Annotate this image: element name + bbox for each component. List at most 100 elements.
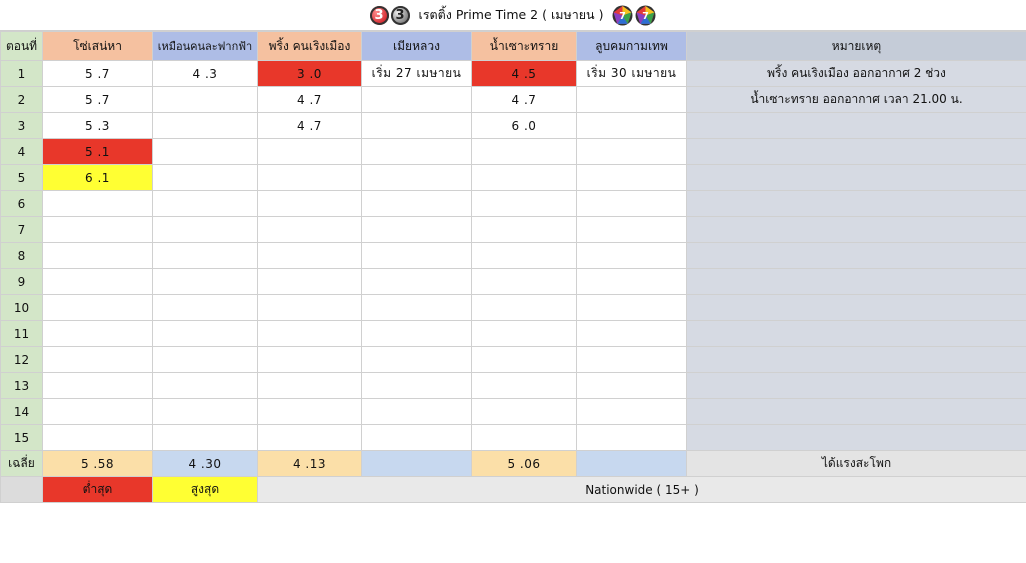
- header-notes[interactable]: หมายเหตุ: [686, 31, 1026, 61]
- rating-cell-show-5[interactable]: [471, 372, 577, 399]
- rating-cell-show-2[interactable]: [152, 216, 258, 243]
- rating-cell-show-2[interactable]: [152, 242, 258, 269]
- rating-cell-show-3[interactable]: [257, 372, 362, 399]
- rating-cell-show-5[interactable]: [471, 424, 577, 451]
- average-cell-show-6[interactable]: [576, 450, 687, 477]
- rating-cell-show-6[interactable]: [576, 138, 687, 165]
- rating-cell-show-1[interactable]: [42, 242, 153, 269]
- rating-cell-show-4[interactable]: [361, 216, 472, 243]
- legend-lowest[interactable]: ต่ำสุด: [42, 476, 153, 503]
- rating-cell-show-5[interactable]: [471, 398, 577, 425]
- rating-cell-show-6[interactable]: [576, 242, 687, 269]
- rating-cell-show-2[interactable]: [152, 346, 258, 373]
- average-note-cell[interactable]: ได้แรงสะโพก: [686, 450, 1026, 477]
- rating-cell-show-2[interactable]: [152, 190, 258, 217]
- rating-cell-show-2[interactable]: [152, 424, 258, 451]
- episode-number-cell[interactable]: 9: [0, 268, 43, 295]
- rating-cell-show-1[interactable]: 5 .1: [42, 138, 153, 165]
- legend-scope[interactable]: Nationwide ( 15+ ): [257, 476, 1026, 503]
- header-show-6[interactable]: ลูบคมกามเทพ: [576, 31, 687, 61]
- rating-cell-show-3[interactable]: [257, 398, 362, 425]
- rating-cell-show-4[interactable]: [361, 190, 472, 217]
- rating-cell-show-5[interactable]: [471, 268, 577, 295]
- note-cell[interactable]: [686, 242, 1026, 269]
- rating-cell-show-4[interactable]: [361, 372, 472, 399]
- episode-number-cell[interactable]: 1: [0, 60, 43, 87]
- rating-cell-show-5[interactable]: [471, 216, 577, 243]
- rating-cell-show-6[interactable]: เริ่ม 30 เมษายน: [576, 60, 687, 87]
- rating-cell-show-4[interactable]: [361, 112, 472, 139]
- rating-cell-show-3[interactable]: [257, 164, 362, 191]
- rating-cell-show-2[interactable]: [152, 294, 258, 321]
- rating-cell-show-3[interactable]: [257, 138, 362, 165]
- rating-cell-show-6[interactable]: [576, 320, 687, 347]
- rating-cell-show-5[interactable]: [471, 164, 577, 191]
- episode-number-cell[interactable]: 7: [0, 216, 43, 243]
- rating-cell-show-4[interactable]: [361, 424, 472, 451]
- rating-cell-show-3[interactable]: [257, 216, 362, 243]
- average-cell-show-2[interactable]: 4 .30: [152, 450, 258, 477]
- rating-cell-show-2[interactable]: 4 .3: [152, 60, 258, 87]
- rating-cell-show-5[interactable]: [471, 294, 577, 321]
- legend-empty-cell[interactable]: [0, 476, 43, 503]
- rating-cell-show-2[interactable]: [152, 320, 258, 347]
- note-cell[interactable]: [686, 294, 1026, 321]
- rating-cell-show-2[interactable]: [152, 138, 258, 165]
- episode-number-cell[interactable]: 3: [0, 112, 43, 139]
- note-cell[interactable]: [686, 138, 1026, 165]
- rating-cell-show-4[interactable]: [361, 294, 472, 321]
- rating-cell-show-1[interactable]: [42, 294, 153, 321]
- rating-cell-show-2[interactable]: [152, 112, 258, 139]
- episode-number-cell[interactable]: 11: [0, 320, 43, 347]
- rating-cell-show-4[interactable]: เริ่ม 27 เมษายน: [361, 60, 472, 87]
- rating-cell-show-4[interactable]: [361, 86, 472, 113]
- note-cell[interactable]: [686, 424, 1026, 451]
- header-show-3[interactable]: พริ้ง คนเริงเมือง: [257, 31, 362, 61]
- rating-cell-show-1[interactable]: 5 .7: [42, 60, 153, 87]
- rating-cell-show-5[interactable]: 4 .7: [471, 86, 577, 113]
- note-cell[interactable]: พริ้ง คนเริงเมือง ออกอากาศ 2 ช่วง: [686, 60, 1026, 87]
- rating-cell-show-1[interactable]: [42, 268, 153, 295]
- rating-cell-show-2[interactable]: [152, 372, 258, 399]
- rating-cell-show-5[interactable]: [471, 242, 577, 269]
- rating-cell-show-6[interactable]: [576, 294, 687, 321]
- rating-cell-show-4[interactable]: [361, 242, 472, 269]
- rating-cell-show-6[interactable]: [576, 424, 687, 451]
- header-episode[interactable]: ตอนที่: [0, 31, 43, 61]
- rating-cell-show-3[interactable]: [257, 268, 362, 295]
- note-cell[interactable]: [686, 112, 1026, 139]
- note-cell[interactable]: [686, 216, 1026, 243]
- average-cell-show-1[interactable]: 5 .58: [42, 450, 153, 477]
- episode-number-cell[interactable]: 12: [0, 346, 43, 373]
- rating-cell-show-1[interactable]: [42, 216, 153, 243]
- rating-cell-show-4[interactable]: [361, 164, 472, 191]
- rating-cell-show-5[interactable]: 6 .0: [471, 112, 577, 139]
- rating-cell-show-6[interactable]: [576, 398, 687, 425]
- rating-cell-show-1[interactable]: 5 .7: [42, 86, 153, 113]
- episode-number-cell[interactable]: 14: [0, 398, 43, 425]
- rating-cell-show-3[interactable]: [257, 242, 362, 269]
- rating-cell-show-6[interactable]: [576, 190, 687, 217]
- rating-cell-show-6[interactable]: [576, 372, 687, 399]
- episode-number-cell[interactable]: 5: [0, 164, 43, 191]
- note-cell[interactable]: [686, 398, 1026, 425]
- note-cell[interactable]: น้ำเซาะทราย ออกอากาศ เวลา 21.00 น.: [686, 86, 1026, 113]
- rating-cell-show-3[interactable]: [257, 190, 362, 217]
- rating-cell-show-1[interactable]: [42, 424, 153, 451]
- header-show-4[interactable]: เมียหลวง: [361, 31, 472, 61]
- rating-cell-show-6[interactable]: [576, 164, 687, 191]
- rating-cell-show-4[interactable]: [361, 268, 472, 295]
- episode-number-cell[interactable]: 13: [0, 372, 43, 399]
- rating-cell-show-5[interactable]: [471, 346, 577, 373]
- average-label[interactable]: เฉลี่ย: [0, 450, 43, 477]
- rating-cell-show-1[interactable]: [42, 398, 153, 425]
- average-cell-show-5[interactable]: 5 .06: [471, 450, 577, 477]
- episode-number-cell[interactable]: 8: [0, 242, 43, 269]
- note-cell[interactable]: [686, 320, 1026, 347]
- rating-cell-show-6[interactable]: [576, 268, 687, 295]
- header-show-5[interactable]: น้ำเซาะทราย: [471, 31, 577, 61]
- rating-cell-show-4[interactable]: [361, 320, 472, 347]
- average-cell-show-3[interactable]: 4 .13: [257, 450, 362, 477]
- rating-cell-show-3[interactable]: 4 .7: [257, 86, 362, 113]
- note-cell[interactable]: [686, 346, 1026, 373]
